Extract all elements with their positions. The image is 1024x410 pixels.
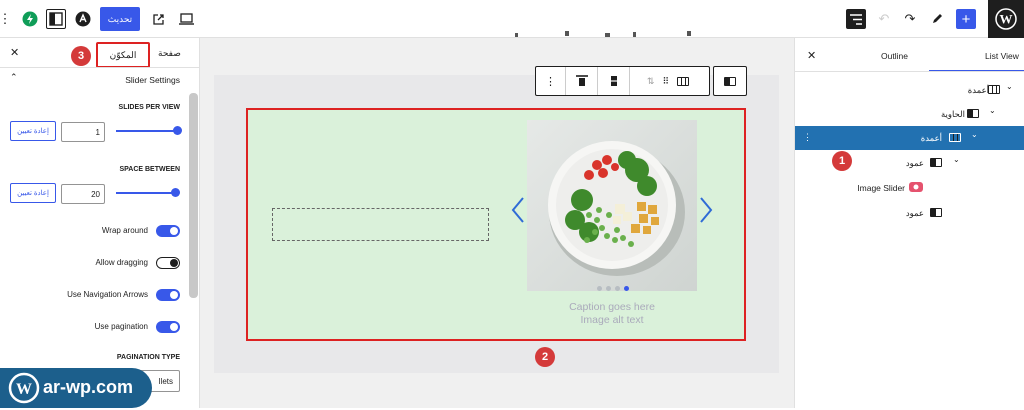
tab-list-view[interactable]: List View <box>985 51 1019 61</box>
block-settings-sidebar: ✕ المكوّن صفحة ⌃ Slider Settings SLIDES … <box>0 38 200 408</box>
sidebar-toggle-icon[interactable] <box>46 9 66 29</box>
space-between-label: SPACE BETWEEN <box>119 166 180 173</box>
align-top-icon[interactable] <box>566 67 598 95</box>
allow-dragging-toggle[interactable] <box>156 257 180 269</box>
tree-item-columns[interactable]: أعمدة ⌄ <box>795 78 1024 102</box>
navigation-arrows-label: Use Navigation Arrows <box>67 290 148 299</box>
add-block-icon[interactable]: + <box>956 9 976 29</box>
redo-icon[interactable]: ↷ <box>900 9 920 29</box>
callout-badge-3: 3 <box>71 46 91 66</box>
pagination-dot[interactable] <box>624 286 629 291</box>
watermark-logo: W ar-wp.com <box>0 368 152 408</box>
pagination-type-label: PAGINATION TYPE <box>116 354 180 361</box>
close-icon[interactable]: ✕ <box>807 49 816 62</box>
wrap-around-label: Wrap around <box>101 226 148 235</box>
reset-button[interactable]: إعادة تعيين <box>10 121 56 141</box>
empty-column-placeholder[interactable] <box>272 208 489 241</box>
column-icon <box>724 76 736 86</box>
list-view-panel: ✕ Outline List View أعمدة ⌄ الحاوية ⌄ ⋮ … <box>794 38 1024 408</box>
chevron-down-icon[interactable]: ⌄ <box>971 130 978 139</box>
editor-top-bar: ⋮ تحديث ↶ ↷ + W <box>0 0 1024 38</box>
space-between-input[interactable]: 20 <box>61 184 105 204</box>
tree-item-label: أعمدة <box>920 133 942 143</box>
tree-item-group[interactable]: الحاوية ⌄ <box>795 102 1024 126</box>
list-view-icon[interactable] <box>846 9 866 29</box>
tree-item-label: الحاوية <box>940 109 965 119</box>
desktop-preview-icon[interactable] <box>176 9 196 29</box>
tree-item-label: عمود <box>905 208 924 218</box>
slider-caption[interactable]: Caption goes here Image alt text <box>527 301 697 327</box>
drag-handle-icon[interactable]: ⠿ <box>662 76 669 87</box>
pagination-dot[interactable] <box>597 286 602 291</box>
block-toolbar: ⋮ ⇅ ⠿ <box>535 66 710 96</box>
chevron-down-icon[interactable]: ⌄ <box>989 106 996 115</box>
divider <box>0 67 200 68</box>
move-handle-group: ⇅ ⠿ <box>630 67 706 95</box>
slider-image[interactable] <box>527 120 697 291</box>
wrap-around-toggle[interactable] <box>156 225 180 237</box>
columns-icon <box>949 133 961 142</box>
slides-per-view-label: SLIDES PER VIEW <box>118 104 180 111</box>
columns-icon[interactable] <box>677 76 690 86</box>
slides-per-view-input[interactable]: 1 <box>61 122 105 142</box>
pagination-dot[interactable] <box>606 286 611 291</box>
chevron-up-icon[interactable]: ⌃ <box>10 72 18 83</box>
tree-item-image-slider[interactable]: Image Slider <box>795 175 1024 199</box>
slider-fill <box>116 192 175 194</box>
tree-item-column[interactable]: عمود ⌄ <box>795 150 1024 174</box>
tree-item-label: عمود <box>905 158 924 168</box>
column-icon <box>930 208 942 217</box>
undo-icon[interactable]: ↶ <box>874 9 894 29</box>
scrollbar[interactable] <box>189 93 198 298</box>
block-style-button[interactable] <box>713 66 747 96</box>
more-vertical-icon[interactable]: ⋮ <box>0 9 12 29</box>
tab-block[interactable]: المكوّن <box>96 42 150 68</box>
close-icon[interactable]: ✕ <box>10 46 19 59</box>
chevron-down-icon[interactable]: ⌄ <box>953 155 960 164</box>
move-up-down-icon[interactable]: ⇅ <box>647 76 655 87</box>
slider-thumb[interactable] <box>171 188 180 197</box>
slider-thumb[interactable] <box>173 126 182 135</box>
tab-page[interactable]: صفحة <box>158 48 181 59</box>
svg-text:W: W <box>1000 12 1013 27</box>
use-pagination-toggle[interactable] <box>156 321 180 333</box>
column-icon <box>930 158 942 167</box>
callout-badge-1: 1 <box>832 151 852 171</box>
slider-next-arrow[interactable] <box>699 196 713 224</box>
slider-pagination <box>597 286 637 292</box>
wordpress-logo-icon[interactable]: W <box>988 0 1024 38</box>
divider <box>795 71 1024 72</box>
section-title[interactable]: Slider Settings <box>100 75 180 85</box>
clipped-heading-fragment <box>515 31 695 39</box>
edit-pen-icon[interactable] <box>927 9 947 29</box>
columns-icon <box>988 85 1000 94</box>
external-link-icon[interactable] <box>148 9 168 29</box>
tree-item-label: أعمدة <box>967 85 989 95</box>
tree-item-column[interactable]: عمود <box>795 200 1024 224</box>
astra-logo-icon[interactable] <box>73 9 93 29</box>
align-middle-icon[interactable] <box>598 67 630 95</box>
watermark-text: ar-wp.com <box>43 377 134 397</box>
reset-button[interactable]: إعادة تعيين <box>10 183 56 203</box>
allow-dragging-label: Allow dragging <box>95 258 148 267</box>
slider-fill <box>116 130 177 132</box>
performance-icon[interactable] <box>20 9 40 29</box>
more-options-icon[interactable]: ⋮ <box>803 132 812 143</box>
slider-prev-arrow[interactable] <box>511 196 525 224</box>
caption-text: Caption goes here <box>569 301 655 313</box>
tree-item-label: Image Slider <box>857 183 905 193</box>
tab-outline[interactable]: Outline <box>881 51 908 61</box>
pagination-dot[interactable] <box>615 286 620 291</box>
callout-badge-2: 2 <box>535 347 555 367</box>
update-button[interactable]: تحديث <box>100 7 140 31</box>
image-slider-icon <box>909 182 923 194</box>
svg-text:W: W <box>16 381 32 398</box>
tree-item-columns-selected[interactable]: ⋮ أعمدة ⌄ <box>795 126 1024 150</box>
navigation-arrows-toggle[interactable] <box>156 289 180 301</box>
chevron-down-icon[interactable]: ⌄ <box>1006 82 1013 91</box>
more-options-icon[interactable]: ⋮ <box>536 67 566 95</box>
group-icon <box>967 109 979 118</box>
alt-text: Image alt text <box>580 314 644 326</box>
use-pagination-label: Use pagination <box>94 322 148 331</box>
